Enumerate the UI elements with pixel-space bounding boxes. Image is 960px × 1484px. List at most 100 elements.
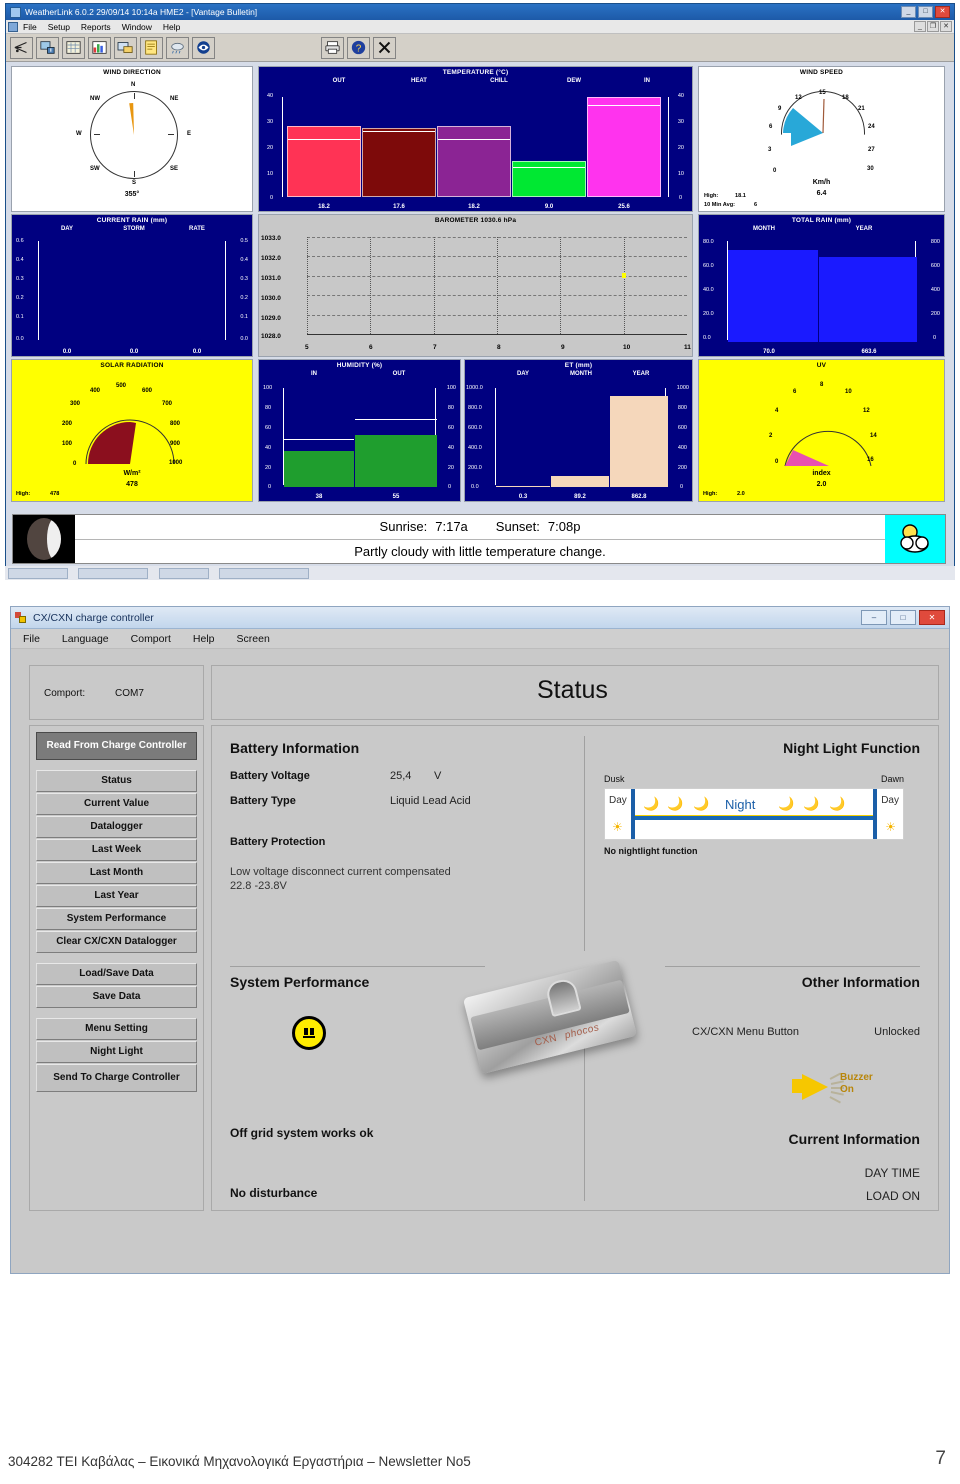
cx-window-controls: – □ ✕ [861,610,945,625]
temp-axis-30: 30 [267,119,274,125]
document-icon [8,21,18,32]
noaa-icon[interactable] [192,36,215,59]
weatherlink-window: WeatherLink 6.0.2 29/09/14 10:14a HME2 -… [5,3,955,573]
cx-menu-help[interactable]: Help [193,633,215,645]
cx-close-button[interactable]: ✕ [919,610,945,625]
humidity-title: HUMIDITY (%) [336,362,383,369]
sidebar-item-clear-datalogger[interactable]: Clear CX/CXN Datalogger [36,931,197,953]
hum-axl-5: 0 [268,484,272,490]
browse-data-icon[interactable] [62,36,85,59]
taskbar-item-2[interactable] [78,568,149,579]
system-performance-line1: Off grid system works ok [230,1126,374,1140]
sunset-value: 7:08p [547,519,581,535]
cx-menu-comport[interactable]: Comport [131,633,171,645]
cx-menu-screen[interactable]: Screen [237,633,270,645]
maximize-button[interactable]: □ [918,6,933,18]
comport-value: COM7 [115,688,144,699]
sidebar-item-datalogger[interactable]: Datalogger [36,816,197,838]
uv-tick-8: 8 [820,382,824,388]
sidebar-item-send-to-charge-controller[interactable]: Send To Charge Controller [36,1064,197,1092]
mdi-close-button[interactable]: ✕ [940,21,952,32]
menu-reports[interactable]: Reports [81,22,111,32]
plot-icon[interactable] [88,36,111,59]
read-from-charge-controller-button[interactable]: Read From Charge Controller [36,732,197,760]
station-icon[interactable] [10,36,33,59]
menu-setup[interactable]: Setup [48,22,70,32]
sidebar-item-last-month[interactable]: Last Month [36,862,197,884]
sidebar-item-last-week[interactable]: Last Week [36,839,197,861]
hum-col-in: IN [311,371,317,377]
download-icon[interactable] [36,36,59,59]
uv-high-value: 2.0 [737,491,745,497]
cx-maximize-button[interactable]: □ [890,610,916,625]
bar-temp-chill [437,126,511,197]
notes-icon[interactable] [140,36,163,59]
help-icon[interactable]: ? [347,36,370,59]
sidebar-gap-1 [36,761,197,770]
sidebar-item-night-light[interactable]: Night Light [36,1041,197,1063]
val-rain-rate: 0.0 [192,349,202,355]
baro-y-5: 1028.0 [261,333,281,340]
sidebar-item-load-save-data[interactable]: Load/Save Data [36,963,197,985]
temp-axis-40: 40 [267,93,274,99]
et-axr-3: 400 [677,445,687,451]
close-button[interactable]: ✕ [935,6,950,18]
cx-minimize-button[interactable]: – [861,610,887,625]
menu-file[interactable]: File [23,22,37,32]
menu-window[interactable]: Window [122,22,152,32]
print-icon[interactable] [321,36,344,59]
sun-icon-left: ☀ [612,820,623,834]
ws-tick-12: 12 [795,95,802,101]
solar-tick-100: 100 [62,441,73,447]
charge-controller-body: Comport: COM7 Status Read From Charge Co… [19,659,941,1251]
controller-product-photo: CXN phocos [462,956,642,1091]
moon-icon-5: 🌙 [803,796,820,811]
trn-axl-3: 20.0 [703,311,714,317]
taskbar-item-3[interactable] [158,568,209,579]
uv-tick-12: 12 [863,408,870,414]
battery-information-title: Battery Information [230,740,360,756]
mdi-minimize-button[interactable]: _ [914,21,926,32]
rain-axis-line-left [38,241,39,340]
taskbar-item-1[interactable] [8,568,68,579]
weatherlink-menubar: File Setup Reports Window Help _ ❐ ✕ [6,20,954,34]
weatherlink-title: WeatherLink 6.0.2 29/09/14 10:14a HME2 -… [25,7,258,17]
temp-col-out: OUT [332,78,346,84]
moon-phase-icon [13,515,75,563]
close-icon[interactable] [373,36,396,59]
wind-speed-needle [783,98,825,146]
svg-text:?: ? [356,43,362,54]
mdi-controls: _ ❐ ✕ [914,21,952,32]
mdi-restore-button[interactable]: ❐ [927,21,939,32]
val-et-year: 862.8 [631,494,647,500]
sidebar-item-current-value[interactable]: Current Value [36,793,197,815]
day-label-left: Day [609,795,627,806]
sidebar-item-status[interactable]: Status [36,770,197,792]
total-rain-title: TOTAL RAIN (mm) [791,217,852,224]
sidebar-item-menu-setting[interactable]: Menu Setting [36,1018,197,1040]
taskbar-item-4[interactable] [219,568,310,579]
minimize-button[interactable]: _ [901,6,916,18]
solar-title: SOLAR RADIATION [100,362,164,369]
trn-axl-2: 40.0 [703,287,714,293]
cx-menu-language[interactable]: Language [62,633,109,645]
comport-panel: Comport: COM7 [29,665,204,720]
ws-tick-30: 30 [867,166,874,172]
weather-icon[interactable] [166,36,189,59]
sidebar-item-last-year[interactable]: Last Year [36,885,197,907]
ws-tick-15: 15 [819,90,826,96]
rain-col-rate: RATE [189,226,205,232]
wind-direction-title: WIND DIRECTION [103,69,161,76]
sidebar-item-save-data[interactable]: Save Data [36,986,197,1008]
cx-menu-file[interactable]: File [23,633,40,645]
val-hum-in: 38 [315,494,323,500]
summary-icon[interactable] [114,36,137,59]
hum-axl-0: 100 [263,385,273,391]
menu-help[interactable]: Help [163,22,180,32]
bar-et-year [610,396,668,487]
solar-tick-900: 900 [170,441,181,447]
bar-total-rain-month [728,250,818,342]
val-hum-out: 55 [392,494,400,500]
temp-axisr-0: 0 [678,195,682,201]
sidebar-item-system-performance[interactable]: System Performance [36,908,197,930]
